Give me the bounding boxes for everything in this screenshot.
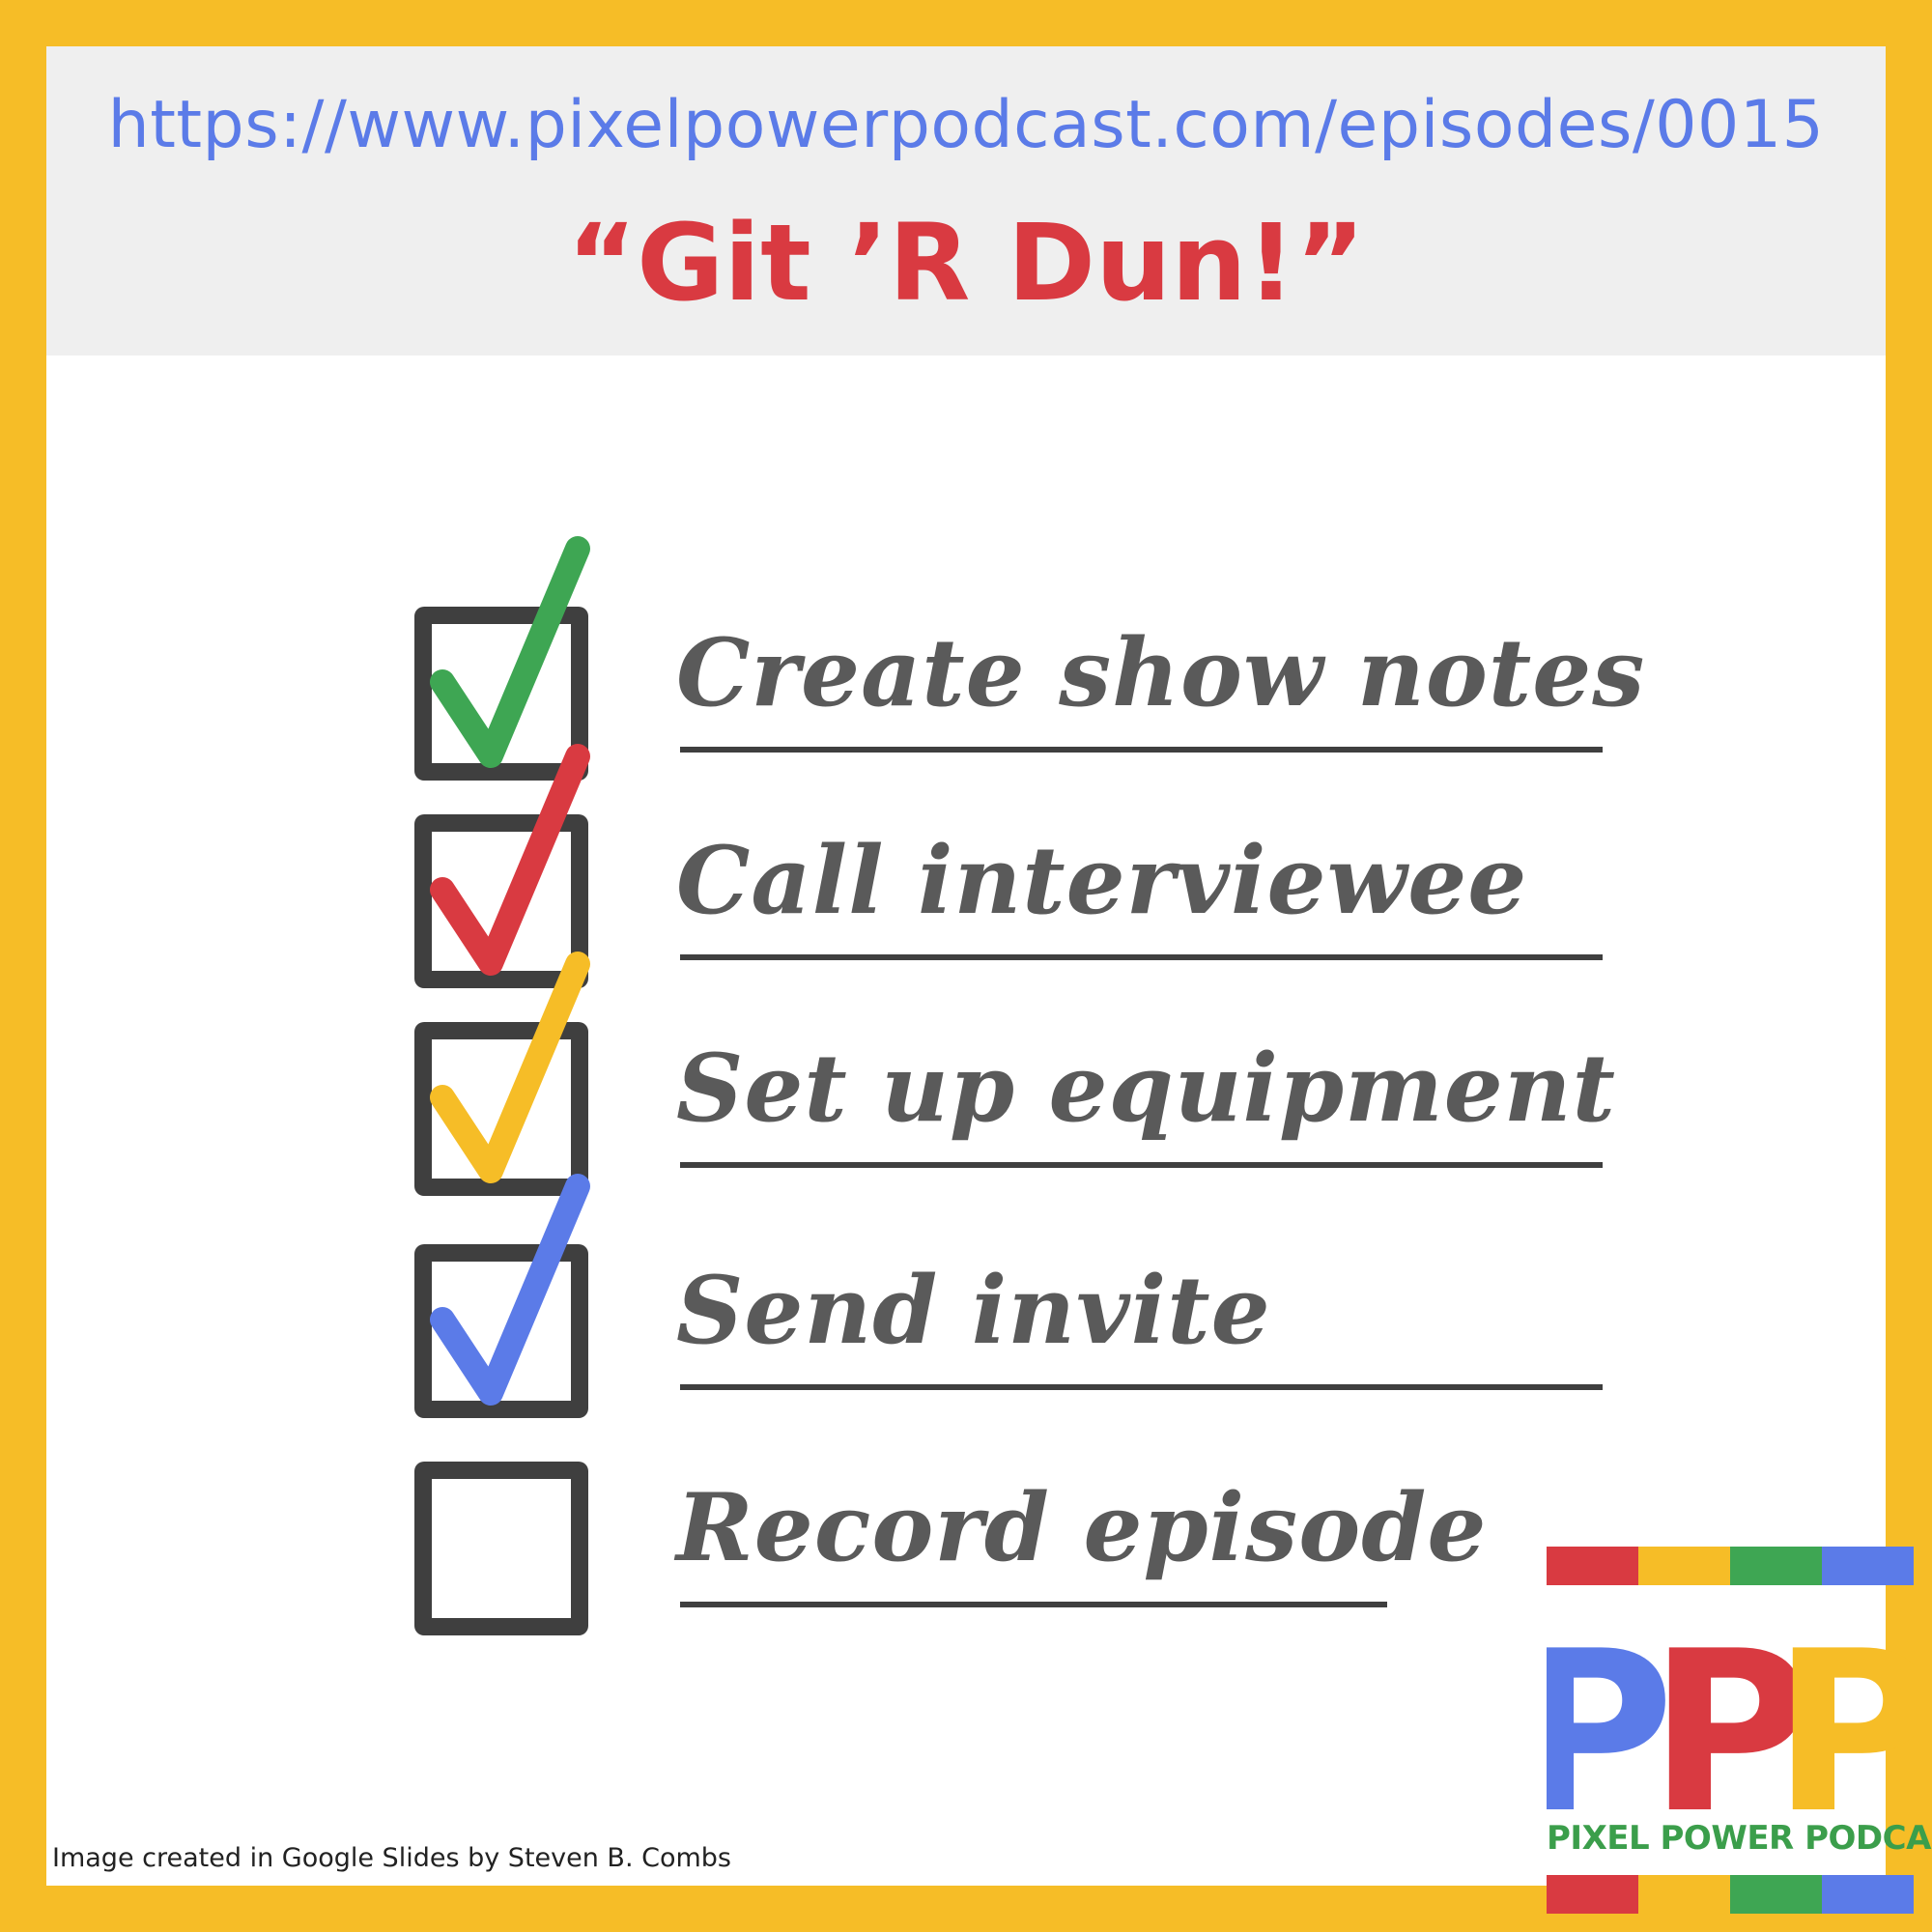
episode-url[interactable]: https://www.pixelpowerpodcast.com/episod… [46, 87, 1886, 163]
content-panel: https://www.pixelpowerpodcast.com/episod… [46, 46, 1932, 1914]
checklist-item: Record episode [365, 1404, 1621, 1635]
episode-title: “Git ’R Dun!” [566, 201, 1366, 325]
checklist-item: Send invite [365, 1174, 1621, 1418]
task-label: Call interviewee [676, 826, 1528, 935]
image-credit: Image created in Google Slides by Steven… [52, 1843, 731, 1873]
checkmark-icon [430, 536, 590, 768]
checklist-item: Set up equipment [365, 952, 1621, 1196]
underline [680, 954, 1603, 960]
logo-name: PIXEL POWER PODCAST [1547, 1819, 1932, 1858]
task-label: Record episode [676, 1473, 1488, 1582]
underline [680, 1162, 1603, 1168]
underline [680, 747, 1603, 753]
checklist-item: Call interviewee [365, 744, 1621, 988]
checkbox[interactable] [414, 1462, 588, 1635]
checkmark-icon [430, 952, 590, 1183]
task-label: Send invite [676, 1256, 1271, 1365]
underline [680, 1384, 1603, 1390]
checkmark-icon [430, 1174, 590, 1406]
podcast-logo: P P P PIXEL POWER PODCAST [1512, 1547, 1932, 1914]
task-label: Set up equipment [676, 1034, 1616, 1143]
header-banner: https://www.pixelpowerpodcast.com/episod… [46, 46, 1886, 355]
task-label: Create show notes [676, 618, 1646, 727]
underline [680, 1602, 1387, 1607]
checkmark-icon [430, 744, 590, 976]
logo-graphic: P P P [1512, 1547, 1932, 1914]
checklist-item: Create show notes [365, 536, 1644, 781]
checklist: Create show notes Call interviewee Set u… [365, 536, 1644, 1660]
